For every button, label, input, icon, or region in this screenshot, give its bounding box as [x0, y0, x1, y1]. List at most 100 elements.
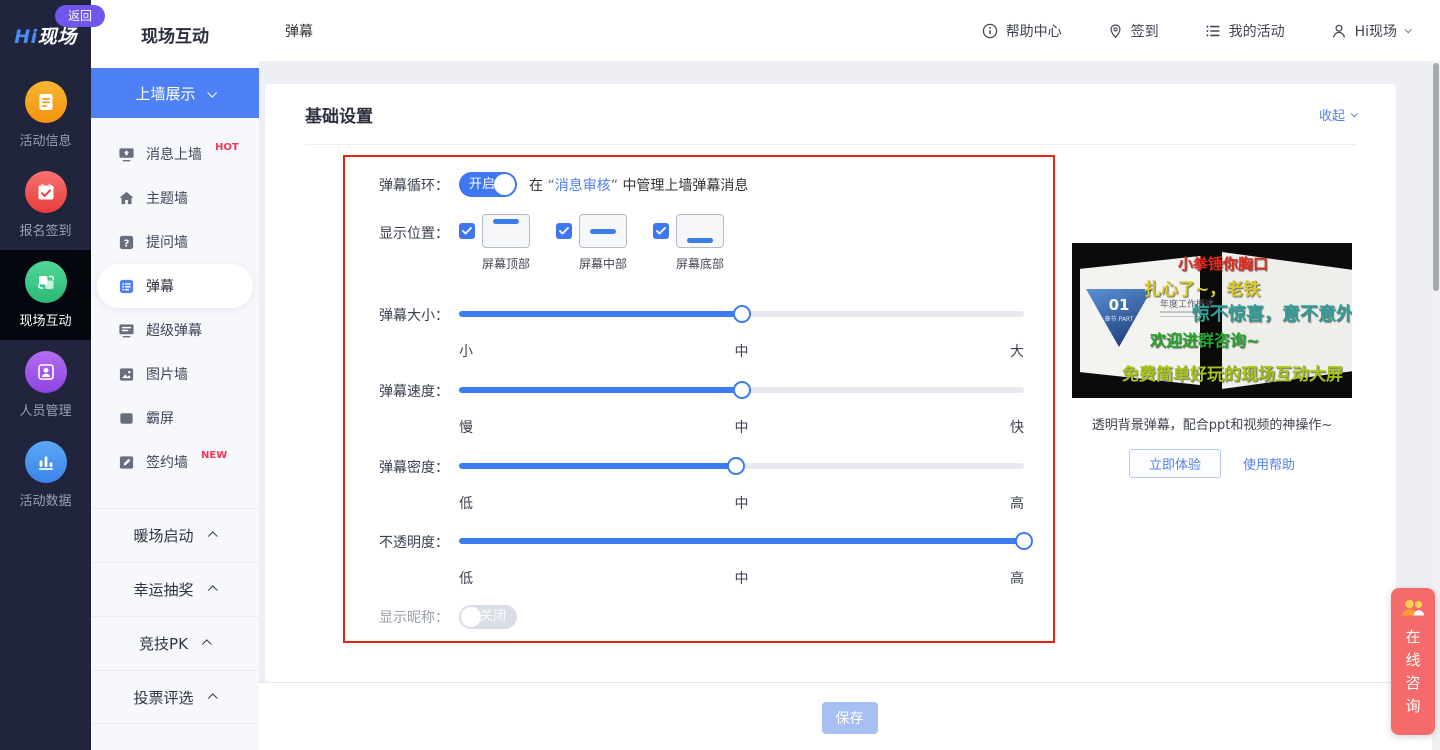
- monitor-lines-icon: [118, 322, 135, 339]
- scrollbar-thumb[interactable]: [1433, 63, 1439, 291]
- sidebar-item-label: 超级弹幕: [146, 320, 202, 340]
- preview-panel: 01 章节 PART 年度工作概述 小拳锤你胸口 扎心了~，老铁 惊不惊喜，意不…: [1072, 243, 1352, 478]
- sidebar-group-wall-display[interactable]: 上墙展示: [91, 68, 259, 118]
- monitor-up-icon: [118, 146, 135, 163]
- danmaku-line: 小拳锤你胸口: [1178, 253, 1268, 274]
- document-icon: [25, 81, 67, 123]
- sidebar-item-super-danmaku[interactable]: 超级弹幕: [91, 308, 259, 352]
- image-icon: [118, 366, 135, 383]
- loop-toggle[interactable]: 开启: [459, 172, 517, 197]
- sidebar-collapsed-groups: 暖场启动 幸运抽奖 竞技PK 投票评选: [91, 508, 259, 724]
- rail-item-label: 活动数据: [19, 490, 71, 509]
- rail-item-activity-data[interactable]: 活动数据: [0, 430, 91, 520]
- slider-handle[interactable]: [1015, 532, 1033, 550]
- checkbox-middle[interactable]: [556, 223, 572, 239]
- rail-item-live-interaction[interactable]: 现场互动: [0, 250, 91, 340]
- speed-slider[interactable]: [459, 387, 1024, 393]
- help-center-link[interactable]: 帮助中心: [982, 21, 1062, 41]
- checkin-link[interactable]: 签到: [1108, 21, 1159, 41]
- bar-chart-icon: [25, 441, 67, 483]
- rail-item-signup-checkin[interactable]: 报名签到: [0, 160, 91, 250]
- rail-item-label: 活动信息: [19, 130, 71, 149]
- size-slider[interactable]: [459, 311, 1024, 317]
- chevron-down-icon: [207, 87, 217, 97]
- main-content: 基础设置 收起 弹幕循环： 开启 在 “消息审核” 中管理上墙弹幕消息: [259, 61, 1432, 682]
- field-label: 显示昵称：: [345, 607, 449, 627]
- row-opacity: 不透明度： 低中高: [345, 529, 1024, 588]
- danmaku-list-icon: [118, 278, 135, 295]
- sidebar-item-photo-wall[interactable]: 图片墙: [91, 352, 259, 396]
- new-badge: NEW: [201, 450, 227, 461]
- sidebar-item-theme-wall[interactable]: 主题墙: [91, 176, 259, 220]
- row-danmaku-loop: 弹幕循环： 开启 在 “消息审核” 中管理上墙弹幕消息: [345, 172, 748, 197]
- chevron-down-icon: [1405, 26, 1412, 33]
- field-label: 不透明度：: [345, 529, 449, 552]
- logo-hi: Hi: [14, 26, 37, 48]
- rail-item-activity-info[interactable]: 活动信息: [0, 70, 91, 160]
- my-activities-link[interactable]: 我的活动: [1205, 21, 1285, 41]
- checkbox-bottom[interactable]: [653, 223, 669, 239]
- secondary-sidebar: 现场互动 上墙展示 消息上墙 HOT 主题墙 ? 提问墙 弹幕: [91, 0, 259, 750]
- try-now-button[interactable]: 立即体验: [1129, 449, 1221, 478]
- sidebar-item-question-wall[interactable]: ? 提问墙: [91, 220, 259, 264]
- chevron-up-icon: [202, 639, 212, 649]
- field-label: 弹幕密度：: [345, 454, 449, 477]
- annotation-red-box: 弹幕循环： 开启 在 “消息审核” 中管理上墙弹幕消息 显示位置：: [343, 155, 1055, 643]
- save-button[interactable]: 保存: [822, 702, 878, 734]
- rail-item-label: 报名签到: [19, 220, 71, 239]
- sidebar-group-voting[interactable]: 投票评选: [91, 670, 259, 724]
- position-option-top: 屏幕顶部: [459, 214, 530, 272]
- settings-card: 基础设置 收起 弹幕循环： 开启 在 “消息审核” 中管理上墙弹幕消息: [265, 84, 1396, 682]
- sidebar-item-label: 弹幕: [146, 276, 174, 296]
- row-danmaku-density: 弹幕密度： 低中高: [345, 454, 1024, 513]
- screen-middle-figure: [579, 214, 627, 248]
- back-button[interactable]: 返回: [55, 5, 105, 27]
- slider-handle[interactable]: [733, 305, 751, 323]
- opacity-slider[interactable]: [459, 538, 1024, 544]
- danmaku-line: 扎心了~，老铁: [1144, 275, 1260, 300]
- location-pin-icon: [1108, 23, 1123, 39]
- group-label: 上墙展示: [135, 83, 195, 104]
- rail-item-label: 人员管理: [19, 400, 71, 419]
- sidebar-group-warmup[interactable]: 暖场启动: [91, 508, 259, 562]
- sidebar-group-lucky-draw[interactable]: 幸运抽奖: [91, 562, 259, 616]
- slider-handle[interactable]: [727, 457, 745, 475]
- screen-bottom-figure: [676, 214, 724, 248]
- position-option-middle: 屏幕中部: [556, 214, 627, 272]
- collapse-link[interactable]: 收起: [1319, 105, 1356, 124]
- primary-sidebar: Hi​现场 活动信息 报名签到 现场互动: [0, 0, 91, 750]
- sidebar-item-danmaku[interactable]: 弹幕: [97, 264, 253, 308]
- row-danmaku-size: 弹幕大小： 小中大: [345, 302, 1024, 361]
- checkbox-top[interactable]: [459, 223, 475, 239]
- nickname-toggle[interactable]: 关闭: [459, 605, 517, 629]
- sidebar-items: 消息上墙 HOT 主题墙 ? 提问墙 弹幕 超级弹幕 图片墙: [91, 118, 259, 488]
- screen-top-figure: [482, 214, 530, 248]
- logo-name: 现场: [38, 26, 77, 48]
- field-label: 弹幕速度：: [345, 378, 449, 401]
- density-slider[interactable]: [459, 463, 1024, 469]
- online-consult-widget[interactable]: 在线咨询: [1391, 588, 1435, 735]
- field-label: 显示位置：: [345, 214, 449, 243]
- sidebar-item-signing-wall[interactable]: 签约墙 NEW: [91, 440, 259, 484]
- field-label: 弹幕大小：: [345, 302, 449, 325]
- slider-handle[interactable]: [733, 381, 751, 399]
- row-show-nickname: 显示昵称： 关闭: [345, 605, 517, 629]
- row-danmaku-speed: 弹幕速度： 慢中快: [345, 378, 1024, 437]
- message-review-link[interactable]: 消息审核: [555, 178, 611, 194]
- rail-item-staff-management[interactable]: 人员管理: [0, 340, 91, 430]
- usage-help-link[interactable]: 使用帮助: [1243, 454, 1295, 473]
- sidebar-item-message-wall[interactable]: 消息上墙 HOT: [91, 132, 259, 176]
- app-window: Hi​现场 活动信息 报名签到 现场互动: [0, 0, 1440, 750]
- account-menu[interactable]: Hi现场: [1331, 21, 1410, 41]
- danmaku-line: 欢迎进群咨询~: [1150, 327, 1259, 351]
- pen-sign-icon: [118, 454, 135, 471]
- loop-hint: 在 “消息审核” 中管理上墙弹幕消息: [529, 175, 748, 195]
- sidebar-group-pk[interactable]: 竞技PK: [91, 616, 259, 670]
- sidebar-item-screen-takeover[interactable]: 霸屏: [91, 396, 259, 440]
- row-display-position: 显示位置： 屏幕顶部: [345, 214, 724, 272]
- topbar: 弹幕 帮助中心 签到 我的活动 Hi现场: [259, 0, 1440, 61]
- user-icon: [1331, 23, 1347, 39]
- toggle-knob: [494, 174, 515, 195]
- save-bar: 保存: [259, 682, 1440, 750]
- position-option-bottom: 屏幕底部: [653, 214, 724, 272]
